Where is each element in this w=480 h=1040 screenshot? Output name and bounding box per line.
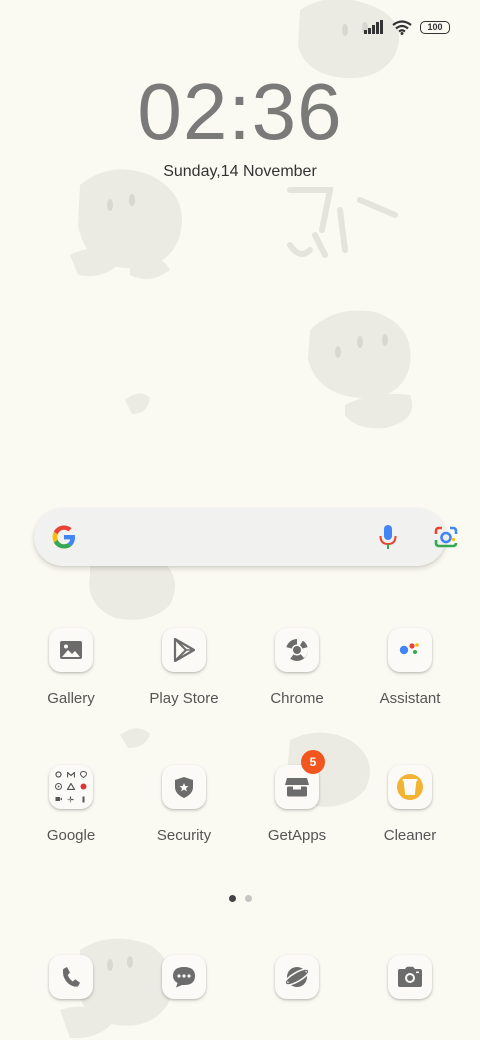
dock-phone[interactable] [49, 955, 93, 999]
app-play-store[interactable]: Play Store [134, 628, 234, 707]
signal-icon [364, 20, 383, 34]
folder-mini-google-icon [53, 769, 64, 780]
camera-icon[interactable] [388, 955, 432, 999]
dock-messages[interactable] [162, 955, 206, 999]
app-getapps[interactable]: 5 GetApps [247, 750, 347, 844]
folder-mini-meet-icon [53, 794, 64, 805]
chrome-icon[interactable] [275, 628, 319, 672]
clock-time[interactable]: 02:36 [0, 66, 480, 158]
app-cleaner[interactable]: Cleaner [360, 765, 460, 844]
assistant-icon[interactable] [388, 628, 432, 672]
play-store-icon[interactable] [162, 628, 206, 672]
security-icon[interactable] [162, 765, 206, 809]
phone-icon[interactable] [49, 955, 93, 999]
app-label-getapps: GetApps [267, 827, 327, 844]
google-lens-icon[interactable] [433, 525, 459, 549]
cleaner-icon[interactable] [388, 765, 432, 809]
wifi-icon [392, 19, 412, 35]
app-chrome[interactable]: Chrome [247, 628, 347, 707]
folder-mini-youtube-icon [53, 781, 64, 792]
messages-icon[interactable] [162, 955, 206, 999]
browser-icon[interactable] [275, 955, 319, 999]
google-folder-icon[interactable] [49, 765, 93, 809]
app-label-play-store: Play Store [149, 690, 219, 707]
app-label-cleaner: Cleaner [383, 827, 437, 844]
dock-browser[interactable] [275, 955, 319, 999]
app-label-chrome: Chrome [270, 690, 324, 707]
clock-date[interactable]: Sunday,14 November [0, 163, 480, 181]
notification-badge: 5 [301, 750, 325, 774]
app-security[interactable]: Security [134, 765, 234, 844]
google-logo-icon [52, 525, 75, 549]
app-assistant[interactable]: Assistant [360, 628, 460, 707]
app-google-folder[interactable]: Google [21, 765, 121, 844]
voice-search-icon[interactable] [378, 524, 398, 550]
app-label-assistant: Assistant [379, 690, 441, 707]
getapps-icon[interactable]: 5 [275, 750, 325, 809]
page-dot-2[interactable] [244, 895, 252, 902]
gallery-icon[interactable] [49, 628, 93, 672]
folder-mini-maps-icon [78, 769, 89, 780]
battery-indicator: 100 [420, 20, 450, 34]
google-search-bar[interactable] [34, 508, 458, 566]
folder-mini-gmail-icon [65, 769, 76, 780]
page-indicator [0, 895, 480, 902]
app-label-google: Google [46, 827, 96, 844]
status-bar: 100 [364, 16, 450, 38]
app-label-gallery: Gallery [47, 690, 95, 707]
app-label-security: Security [156, 827, 212, 844]
page-dot-1[interactable] [228, 895, 236, 902]
folder-mini-duo-icon [78, 794, 89, 805]
folder-mini-record-icon [78, 781, 89, 792]
folder-mini-photos-icon [65, 794, 76, 805]
app-gallery[interactable]: Gallery [21, 628, 121, 707]
dock-camera[interactable] [388, 955, 432, 999]
folder-mini-drive-icon [65, 781, 76, 792]
